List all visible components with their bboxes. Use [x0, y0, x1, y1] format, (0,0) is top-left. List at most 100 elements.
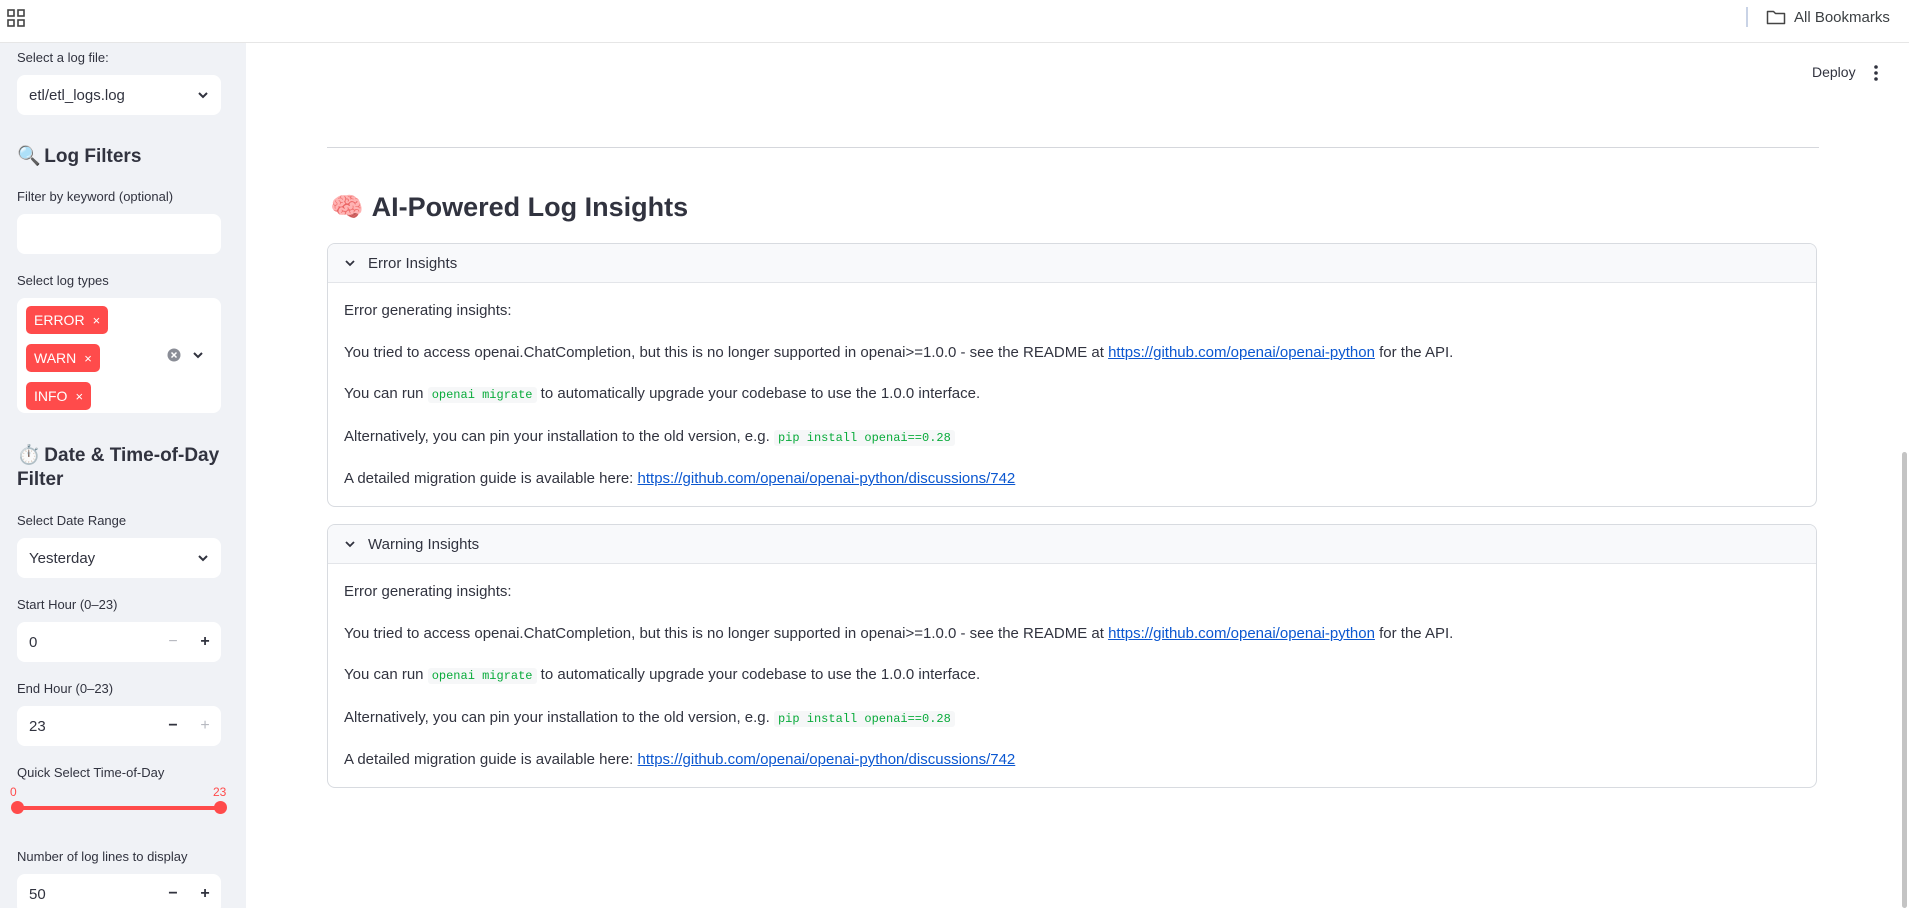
folder-icon — [1766, 10, 1786, 25]
error-insights-title: Error Insights — [368, 254, 458, 272]
chevron-down-icon — [345, 260, 355, 267]
warning-insights-header[interactable]: Warning Insights — [328, 525, 1816, 564]
insight-line: Alternatively, you can pin your installa… — [344, 427, 1800, 448]
chip-error-remove-icon[interactable]: × — [93, 313, 101, 328]
error-insights-body: Error generating insights: You tried to … — [328, 283, 1816, 489]
warning-insights-body: Error generating insights: You tried to … — [328, 564, 1816, 770]
insight-line: You tried to access openai.ChatCompletio… — [344, 624, 1800, 644]
migration-guide-link[interactable]: https://github.com/openai/openai-python/… — [638, 751, 1016, 768]
insight-line: A detailed migration guide is available … — [344, 750, 1800, 770]
chip-error-label: ERROR — [34, 312, 85, 328]
chevron-down-icon[interactable] — [192, 349, 204, 361]
chip-warn[interactable]: WARN × — [26, 344, 100, 372]
page-scrollbar[interactable] — [1902, 452, 1907, 908]
warning-insights-title: Warning Insights — [368, 535, 480, 553]
magnifier-emoji-icon: 🔍 — [17, 146, 41, 167]
quick-select-label: Quick Select Time-of-Day — [17, 765, 165, 780]
insight-line: A detailed migration guide is available … — [344, 469, 1800, 489]
insight-line: You can run openai migrate to automatica… — [344, 384, 1800, 405]
chip-error[interactable]: ERROR × — [26, 306, 109, 334]
sidebar: Select a log file: etl/etl_logs.log 🔍 Lo… — [0, 43, 246, 908]
browser-bookmarks-bar: All Bookmarks — [0, 0, 1909, 43]
divider — [327, 147, 1819, 148]
log-file-select[interactable]: etl/etl_logs.log — [17, 75, 221, 115]
log-types-label: Select log types — [17, 273, 109, 288]
insight-line: Error generating insights: — [344, 301, 1800, 321]
insight-text: Error generating insights: — [344, 583, 512, 600]
more-options-icon[interactable] — [1874, 65, 1878, 81]
all-bookmarks-button[interactable]: All Bookmarks — [1766, 6, 1890, 28]
log-file-label: Select a log file: — [17, 50, 109, 65]
start-hour-decrement-button[interactable]: − — [157, 633, 189, 651]
log-lines-decrement-button[interactable]: − — [157, 885, 189, 903]
slider-min-thumb[interactable] — [11, 801, 24, 814]
deploy-button[interactable]: Deploy — [1812, 64, 1856, 80]
time-of-day-slider-track[interactable] — [17, 806, 221, 810]
clear-all-icon[interactable] — [167, 348, 181, 362]
date-time-heading: ⏱️ Date & Time-of-Day Filter — [17, 444, 227, 492]
chip-info-label: INFO — [34, 388, 68, 404]
inline-code: pip install openai==0.28 — [773, 710, 955, 727]
main-content: Deploy 🧠 AI-Powered Log Insights Error I… — [246, 43, 1909, 908]
date-range-label: Select Date Range — [17, 513, 127, 528]
insight-text: for the API. — [1374, 343, 1454, 361]
chip-info-remove-icon[interactable]: × — [75, 389, 83, 404]
insight-text: You can run — [344, 385, 428, 402]
insight-text: You can run — [344, 666, 428, 683]
insight-text: A detailed migration guide is available … — [344, 470, 638, 487]
all-bookmarks-label: All Bookmarks — [1794, 8, 1890, 26]
start-hour-increment-button[interactable]: + — [189, 633, 221, 651]
log-filters-title: Log Filters — [44, 146, 142, 167]
insight-text: You tried to access openai.ChatCompletio… — [344, 624, 1109, 642]
apps-grid-icon[interactable] — [6, 8, 26, 28]
end-hour-value: 23 — [29, 717, 46, 735]
readme-link[interactable]: https://github.com/openai/openai-python — [1108, 625, 1375, 642]
insights-heading: 🧠 AI-Powered Log Insights — [330, 191, 688, 223]
insights-title: AI-Powered Log Insights — [371, 191, 689, 222]
inline-code: pip install openai==0.28 — [773, 429, 955, 446]
date-range-select[interactable]: Yesterday — [17, 538, 221, 578]
brain-emoji-icon: 🧠 — [330, 192, 364, 222]
insight-line: You can run openai migrate to automatica… — [344, 665, 1800, 686]
end-hour-increment-button[interactable]: + — [189, 717, 221, 735]
log-filters-heading: 🔍 Log Filters — [17, 145, 141, 169]
log-lines-value: 50 — [29, 885, 46, 903]
chip-info[interactable]: INFO × — [26, 382, 92, 410]
bookmark-separator — [1746, 7, 1748, 27]
insight-text: to automatically upgrade your codebase t… — [536, 666, 981, 683]
log-file-value: etl/etl_logs.log — [29, 86, 125, 104]
insight-line: Error generating insights: — [344, 582, 1800, 602]
keyword-input[interactable] — [17, 214, 221, 254]
end-hour-decrement-button[interactable]: − — [157, 717, 189, 735]
start-hour-input[interactable]: 0 − + — [17, 622, 221, 662]
log-lines-increment-button[interactable]: + — [189, 885, 221, 903]
end-hour-input[interactable]: 23 − + — [17, 706, 221, 746]
log-lines-label: Number of log lines to display — [17, 849, 188, 864]
chip-warn-label: WARN — [34, 350, 77, 366]
end-hour-label: End Hour (0–23) — [17, 681, 114, 696]
insight-line: Alternatively, you can pin your installa… — [344, 708, 1800, 729]
chip-warn-remove-icon[interactable]: × — [84, 351, 92, 366]
log-lines-input[interactable]: 50 − + — [17, 874, 221, 908]
insight-text: Error generating insights: — [344, 302, 512, 319]
date-range-value: Yesterday — [29, 549, 96, 567]
insight-text: for the API. — [1374, 624, 1454, 642]
insight-text: A detailed migration guide is available … — [344, 751, 638, 768]
chevron-down-icon — [345, 541, 355, 548]
slider-max-thumb[interactable] — [214, 801, 227, 814]
keyword-label: Filter by keyword (optional) — [17, 189, 174, 204]
chevron-down-icon — [198, 555, 208, 562]
insight-text: Alternatively, you can pin your installa… — [344, 708, 774, 726]
insight-text: You tried to access openai.ChatCompletio… — [344, 343, 1109, 361]
error-insights-header[interactable]: Error Insights — [328, 244, 1816, 283]
inline-code: openai migrate — [427, 387, 537, 403]
stopwatch-emoji-icon: ⏱️ — [17, 445, 41, 466]
slider-min-label: 0 — [10, 785, 17, 799]
date-time-title: Date & Time-of-Day Filter — [17, 445, 220, 490]
start-hour-value: 0 — [29, 633, 38, 651]
log-types-multiselect[interactable]: ERROR × WARN × INFO × — [17, 298, 221, 413]
inline-code: openai migrate — [427, 668, 537, 684]
migration-guide-link[interactable]: https://github.com/openai/openai-python/… — [638, 470, 1016, 487]
start-hour-label: Start Hour (0–23) — [17, 597, 118, 612]
readme-link[interactable]: https://github.com/openai/openai-python — [1108, 344, 1375, 361]
